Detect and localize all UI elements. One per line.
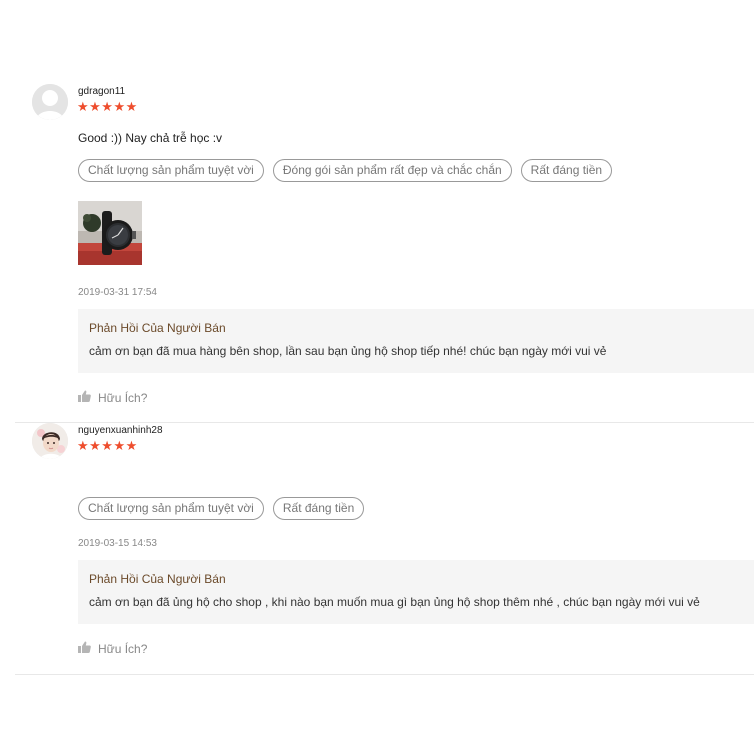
helpful-button[interactable]: Hữu Ích? xyxy=(78,390,147,405)
seller-reply-title: Phản Hồi Của Người Bán xyxy=(89,321,226,335)
thumbs-up-icon xyxy=(78,641,91,656)
rating-stars: ★★★★★ xyxy=(77,99,138,114)
review-tag: Đóng gói sản phẩm rất đẹp và chắc chắn xyxy=(272,159,512,182)
helpful-label: Hữu Ích? xyxy=(98,641,148,656)
review-tag: Chất lượng sản phẩm tuyệt vời xyxy=(78,159,264,182)
rating-stars: ★★★★★ xyxy=(77,438,138,453)
review-timestamp: 2019-03-15 14:53 xyxy=(78,538,157,549)
review-item: nguyenxuanhinh28 ★★★★★ Chất lượng sản ph… xyxy=(15,423,754,675)
seller-reply-text: cảm ơn bạn đã mua hàng bên shop, lần sau… xyxy=(89,344,607,358)
review-tag: Chất lượng sản phẩm tuyệt vời xyxy=(78,497,264,520)
review-tag: Rất đáng tiền xyxy=(520,159,613,182)
helpful-button[interactable]: Hữu Ích? xyxy=(78,641,147,656)
reviewer-username[interactable]: nguyenxuanhinh28 xyxy=(78,425,163,436)
review-photo-thumbnail[interactable] xyxy=(78,201,142,265)
seller-reply: Phản Hồi Của Người Bán cảm ơn bạn đã ủng… xyxy=(78,560,754,624)
seller-reply-text: cảm ơn bạn đã ủng hộ cho shop , khi nào … xyxy=(89,595,700,609)
review-item: gdragon11 ★★★★★ Good :)) Nay chả trễ học… xyxy=(15,84,754,423)
thumbs-up-icon xyxy=(78,390,91,405)
user-avatar[interactable] xyxy=(32,423,68,459)
review-timestamp: 2019-03-31 17:54 xyxy=(78,287,157,298)
seller-reply-title: Phản Hồi Của Người Bán xyxy=(89,572,226,586)
review-tags: Chất lượng sản phẩm tuyệt vời Rất đáng t… xyxy=(78,497,365,520)
review-tags: Chất lượng sản phẩm tuyệt vời Đóng gói s… xyxy=(78,159,613,182)
review-comment: Good :)) Nay chả trễ học :v xyxy=(78,131,223,145)
reviewer-username[interactable]: gdragon11 xyxy=(78,86,125,97)
review-tag: Rất đáng tiền xyxy=(272,497,365,520)
seller-reply: Phản Hồi Của Người Bán cảm ơn bạn đã mua… xyxy=(78,309,754,373)
default-avatar-icon[interactable] xyxy=(32,84,68,120)
helpful-label: Hữu Ích? xyxy=(98,390,148,405)
